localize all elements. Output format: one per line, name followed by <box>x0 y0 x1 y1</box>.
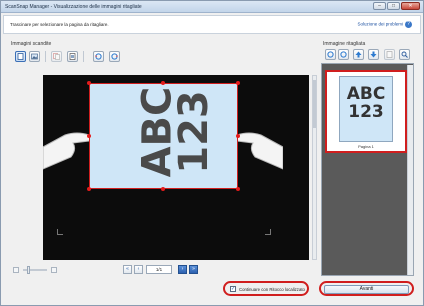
title-bar: ScanSnap Manager - Visualizzazione delle… <box>1 1 423 13</box>
crop-handle-middle-left[interactable] <box>87 134 91 138</box>
magnifier-icon <box>401 51 408 58</box>
crop-handle-top-left[interactable] <box>87 81 91 85</box>
troubleshooting-link-label[interactable]: Soluzione dei problemi <box>357 22 403 27</box>
copy-page-button[interactable] <box>51 51 62 62</box>
thumbnail-scrollbar[interactable] <box>407 65 413 275</box>
zoom-out-icon[interactable] <box>13 267 19 273</box>
scanned-images-label: Immagini scandite <box>11 41 52 47</box>
page-number-field[interactable]: 1/1 <box>146 265 172 274</box>
page-icon <box>69 53 76 60</box>
toolbar-separator <box>83 51 84 62</box>
zoom-preview-button[interactable] <box>399 49 410 60</box>
zoom-in-icon[interactable] <box>51 267 57 273</box>
vertical-scrollbar[interactable] <box>312 75 317 260</box>
thumbnail-caption: Pagina 1 <box>358 144 374 149</box>
delete-cropped-button[interactable] <box>384 49 395 60</box>
copy-icon <box>53 53 60 60</box>
rotate-right-icon <box>340 51 347 58</box>
thumbnail-page: ABC 123 <box>339 76 393 142</box>
scrollbar-thumb[interactable] <box>313 80 316 128</box>
arrow-up-icon <box>355 51 362 58</box>
rotate-right-button-right[interactable] <box>338 49 349 60</box>
thumbnail-text-abc: ABC <box>346 84 386 104</box>
local-touchup-option[interactable]: ✓ Continuare con Ritocco localizzato <box>223 281 309 296</box>
crop-selection-frame[interactable]: ABC 123 <box>89 83 238 189</box>
scan-text-123: 123 <box>170 90 217 174</box>
crop-handle-bottom-left[interactable] <box>87 187 91 191</box>
toolbar-separator <box>45 51 46 62</box>
page-icon <box>386 51 393 58</box>
delete-page-button[interactable] <box>67 51 78 62</box>
crop-handle-top-center[interactable] <box>161 81 165 85</box>
picture-icon <box>31 53 38 60</box>
cropped-image-label: Immagine ritagliata <box>323 41 366 47</box>
instruction-text: Trascinare per selezionare la pagina da … <box>10 22 109 27</box>
crop-handle-middle-right[interactable] <box>236 134 240 138</box>
crop-handle-bottom-center[interactable] <box>161 187 165 191</box>
troubleshooting-link[interactable]: Soluzione dei problemi? <box>357 21 412 28</box>
next-button-highlight: Avanti <box>319 281 414 296</box>
rotate-left-button[interactable] <box>93 51 104 62</box>
close-button[interactable]: ✕ <box>401 2 420 10</box>
move-down-button[interactable] <box>368 49 379 60</box>
window-title: ScanSnap Manager - Visualizzazione delle… <box>5 4 142 10</box>
arrow-down-icon <box>370 51 377 58</box>
last-page-button[interactable]: » <box>189 265 198 274</box>
single-page-icon <box>17 53 24 60</box>
rotate-left-button-right[interactable] <box>325 49 336 60</box>
carrier-corner-mark <box>265 229 271 235</box>
previous-page-button[interactable]: ‹ <box>134 265 143 274</box>
zoom-slider-thumb[interactable] <box>27 266 30 274</box>
minimize-button[interactable]: – <box>373 2 386 10</box>
left-hand-image <box>43 132 92 170</box>
instruction-bar: Trascinare per selezionare la pagina da … <box>3 15 421 34</box>
rotate-right-button[interactable] <box>109 51 120 62</box>
carrier-corner-mark <box>57 229 63 235</box>
rotate-right-icon <box>111 53 118 60</box>
local-touchup-checkbox[interactable]: ✓ <box>230 286 236 292</box>
thumbnail-text-123: 123 <box>348 102 384 122</box>
help-icon[interactable]: ? <box>405 21 412 28</box>
app-window: ScanSnap Manager - Visualizzazione delle… <box>0 0 424 306</box>
right-hand-image <box>234 132 283 170</box>
cropped-thumbnail[interactable]: ABC 123 Pagina 1 <box>325 70 407 153</box>
first-page-button[interactable]: « <box>123 265 132 274</box>
move-up-button[interactable] <box>353 49 364 60</box>
next-button[interactable]: Avanti <box>324 285 409 294</box>
view-image-button[interactable] <box>29 51 40 62</box>
local-touchup-label[interactable]: Continuare con Ritocco localizzato <box>239 287 305 292</box>
crop-handle-top-right[interactable] <box>236 81 240 85</box>
crop-handle-bottom-right[interactable] <box>236 187 240 191</box>
next-page-button[interactable]: › <box>178 265 187 274</box>
rotate-left-icon <box>327 51 334 58</box>
rotate-left-icon <box>95 53 102 60</box>
maximize-button[interactable]: □ <box>387 2 400 10</box>
view-single-button[interactable] <box>15 51 26 62</box>
